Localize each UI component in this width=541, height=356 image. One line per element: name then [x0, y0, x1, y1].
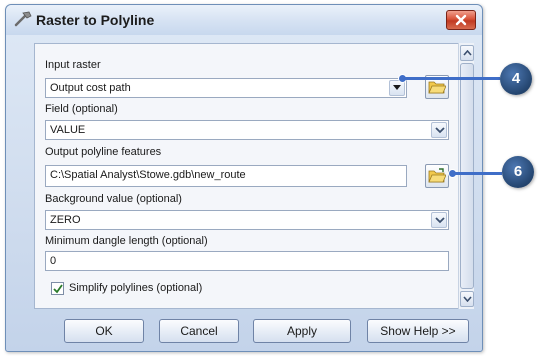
- simplify-label: Simplify polylines (optional): [69, 282, 203, 294]
- callout-4-leader: [404, 77, 500, 80]
- ok-button[interactable]: OK: [64, 319, 144, 343]
- min-dangle-value: 0: [50, 255, 57, 267]
- field-dropdown-button[interactable]: [431, 122, 447, 138]
- close-button[interactable]: [446, 10, 476, 30]
- input-raster-combobox[interactable]: Output cost path: [45, 78, 407, 98]
- apply-button[interactable]: Apply: [253, 319, 351, 343]
- chevron-down-icon: [435, 127, 445, 134]
- scroll-down-button[interactable]: [460, 291, 474, 307]
- simplify-checkbox[interactable]: [51, 282, 64, 295]
- show-help-button[interactable]: Show Help >>: [367, 319, 469, 343]
- parameters-panel: Input raster Output cost path Field (opt…: [34, 43, 474, 309]
- hammer-icon: [14, 10, 34, 30]
- min-dangle-label: Minimum dangle length (optional): [45, 235, 208, 247]
- min-dangle-input[interactable]: 0: [45, 251, 449, 271]
- input-raster-value: Output cost path: [50, 82, 131, 94]
- background-value-dropdown-button[interactable]: [431, 212, 447, 228]
- checkmark-icon: [53, 284, 63, 294]
- browse-output-features-button[interactable]: [425, 164, 449, 188]
- output-features-value: C:\Spatial Analyst\Stowe.gdb\new_route: [50, 169, 246, 181]
- callout-6-leader: [454, 172, 502, 175]
- vertical-scrollbar[interactable]: [458, 43, 474, 309]
- scroll-up-button[interactable]: [460, 45, 474, 61]
- chevron-down-icon: [435, 217, 445, 224]
- background-value-value: ZERO: [50, 214, 81, 226]
- field-combobox[interactable]: VALUE: [45, 120, 449, 140]
- cancel-button[interactable]: Cancel: [159, 319, 239, 343]
- input-raster-label: Input raster: [45, 59, 101, 71]
- field-label: Field (optional): [45, 103, 118, 115]
- scrollbar-thumb[interactable]: [460, 63, 474, 289]
- background-value-label: Background value (optional): [45, 193, 182, 205]
- chevron-up-icon: [463, 50, 472, 56]
- output-features-label: Output polyline features: [45, 146, 162, 158]
- title-bar[interactable]: Raster to Polyline: [6, 5, 482, 35]
- output-features-input[interactable]: C:\Spatial Analyst\Stowe.gdb\new_route: [45, 165, 407, 187]
- dialog-title: Raster to Polyline: [36, 12, 155, 28]
- chevron-down-icon: [463, 296, 472, 302]
- background-value-combobox[interactable]: ZERO: [45, 210, 449, 230]
- chevron-down-icon: [393, 85, 401, 90]
- dialog-window: Raster to Polyline Input raster Output c…: [5, 4, 483, 352]
- field-value: VALUE: [50, 124, 86, 136]
- callout-4-badge: 4: [500, 63, 532, 95]
- callout-6-badge: 6: [502, 156, 534, 188]
